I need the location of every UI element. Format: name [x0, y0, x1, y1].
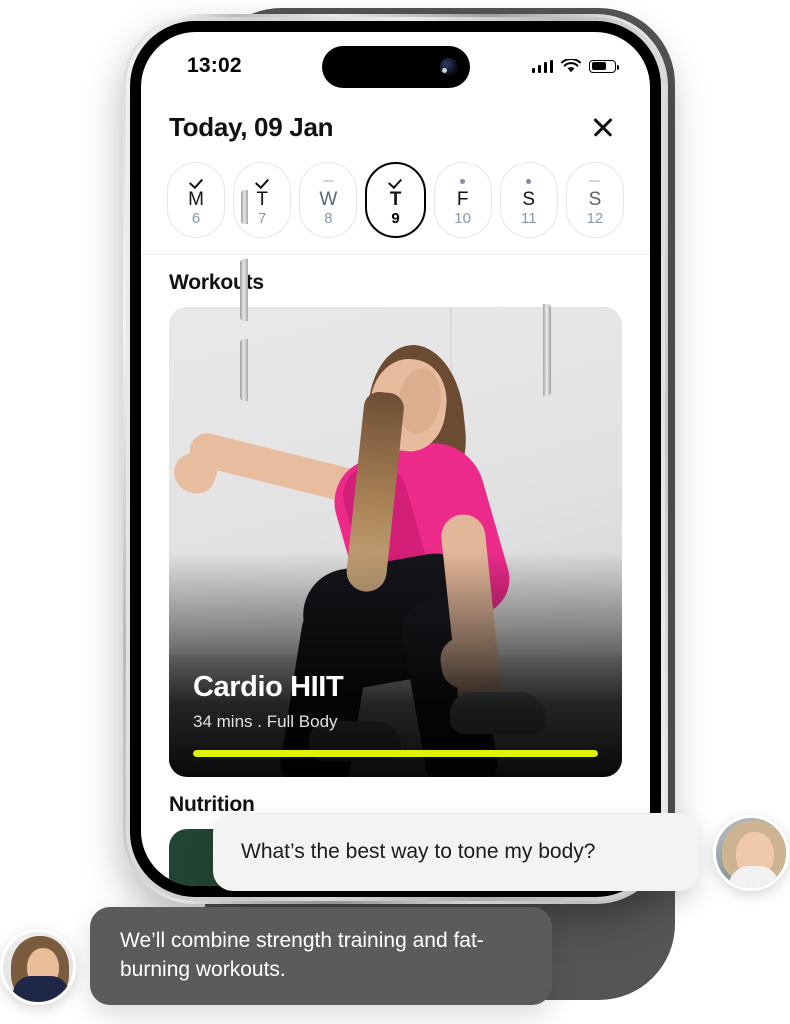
status-indicators [531, 58, 620, 74]
battery-icon [589, 59, 620, 73]
day-pill-wednesday[interactable]: W 8 [299, 162, 358, 238]
volume-down-button[interactable] [240, 339, 248, 401]
dynamic-island [321, 46, 470, 88]
front-camera-icon [439, 58, 458, 76]
day-letter: T [389, 188, 402, 210]
workout-card-body: Cardio HIIT 34 mins . Full Body [193, 671, 598, 757]
day-letter: S [588, 188, 602, 210]
phone-screen: 13:02 Today, 09 Jan M 6 T 7 W 8 T 9 F 10… [141, 32, 650, 886]
day-number: 7 [258, 209, 267, 227]
day-number: 10 [454, 209, 471, 227]
app-header: Today, 09 Jan [141, 94, 650, 162]
cellular-bars-icon [531, 59, 553, 73]
status-dash-icon [322, 175, 334, 188]
workout-progress-bar[interactable] [193, 750, 598, 757]
section-title-workouts: Workouts [169, 271, 264, 294]
status-dot-icon [526, 175, 532, 188]
status-check-icon [190, 175, 203, 188]
day-number: 11 [520, 209, 537, 227]
day-pill-friday[interactable]: F 10 [433, 162, 492, 238]
workout-title: Cardio HIIT [193, 671, 344, 703]
coach-avatar[interactable] [0, 929, 76, 1005]
chat-bubble-coach[interactable]: We’ll combine strength training and fat-… [90, 907, 552, 1005]
day-number: 12 [586, 209, 604, 227]
day-number: 6 [191, 209, 201, 227]
status-check-icon [256, 175, 269, 188]
status-check-icon [389, 175, 402, 188]
screenshot-stage: 13:02 Today, 09 Jan M 6 T 7 W 8 T 9 F 10… [0, 0, 790, 1024]
main-content: Workouts Cardio HIIT 34 mins . Full Body… [141, 255, 650, 886]
page-title: Today, 09 Jan [169, 111, 334, 142]
phone-mockup: 13:02 Today, 09 Jan M 6 T 7 W 8 T 9 F 10… [123, 14, 668, 904]
chat-bubble-user[interactable]: What’s the best way to tone my body? [213, 813, 699, 891]
workout-progress-fill [193, 750, 598, 757]
day-pill-thursday-selected[interactable]: T 9 [365, 162, 426, 238]
chat-message-coach: We’ll combine strength training and fat-… [0, 907, 552, 1005]
close-icon[interactable] [586, 110, 620, 144]
volume-up-button[interactable] [240, 259, 248, 321]
day-pill-monday[interactable]: M 6 [167, 162, 226, 238]
day-letter: M [188, 188, 204, 210]
day-pill-saturday[interactable]: S 11 [499, 162, 558, 238]
chat-text-coach: We’ll combine strength training and fat-… [120, 929, 484, 981]
day-letter: F [456, 188, 469, 210]
status-dash-icon [589, 175, 601, 188]
workout-meta: 34 mins . Full Body [193, 712, 338, 731]
status-clock: 13:02 [187, 54, 242, 77]
day-pill-sunday[interactable]: S 12 [565, 162, 624, 238]
wifi-icon [561, 58, 581, 72]
day-letter: S [522, 188, 536, 210]
power-button[interactable] [543, 304, 551, 396]
day-selector: M 6 T 7 W 8 T 9 F 10 S 11 S 12 [141, 162, 650, 255]
workout-card[interactable]: Cardio HIIT 34 mins . Full Body [169, 307, 622, 777]
day-number: 8 [324, 209, 333, 227]
day-letter: W [319, 188, 338, 210]
silent-switch-button[interactable] [241, 190, 248, 224]
status-dot-icon [460, 175, 466, 188]
day-number: 9 [391, 209, 400, 227]
chat-text-user: What’s the best way to tone my body? [241, 840, 596, 863]
chat-message-user: What’s the best way to tone my body? [213, 813, 789, 891]
day-letter: T [256, 188, 269, 210]
user-avatar[interactable] [713, 815, 789, 891]
